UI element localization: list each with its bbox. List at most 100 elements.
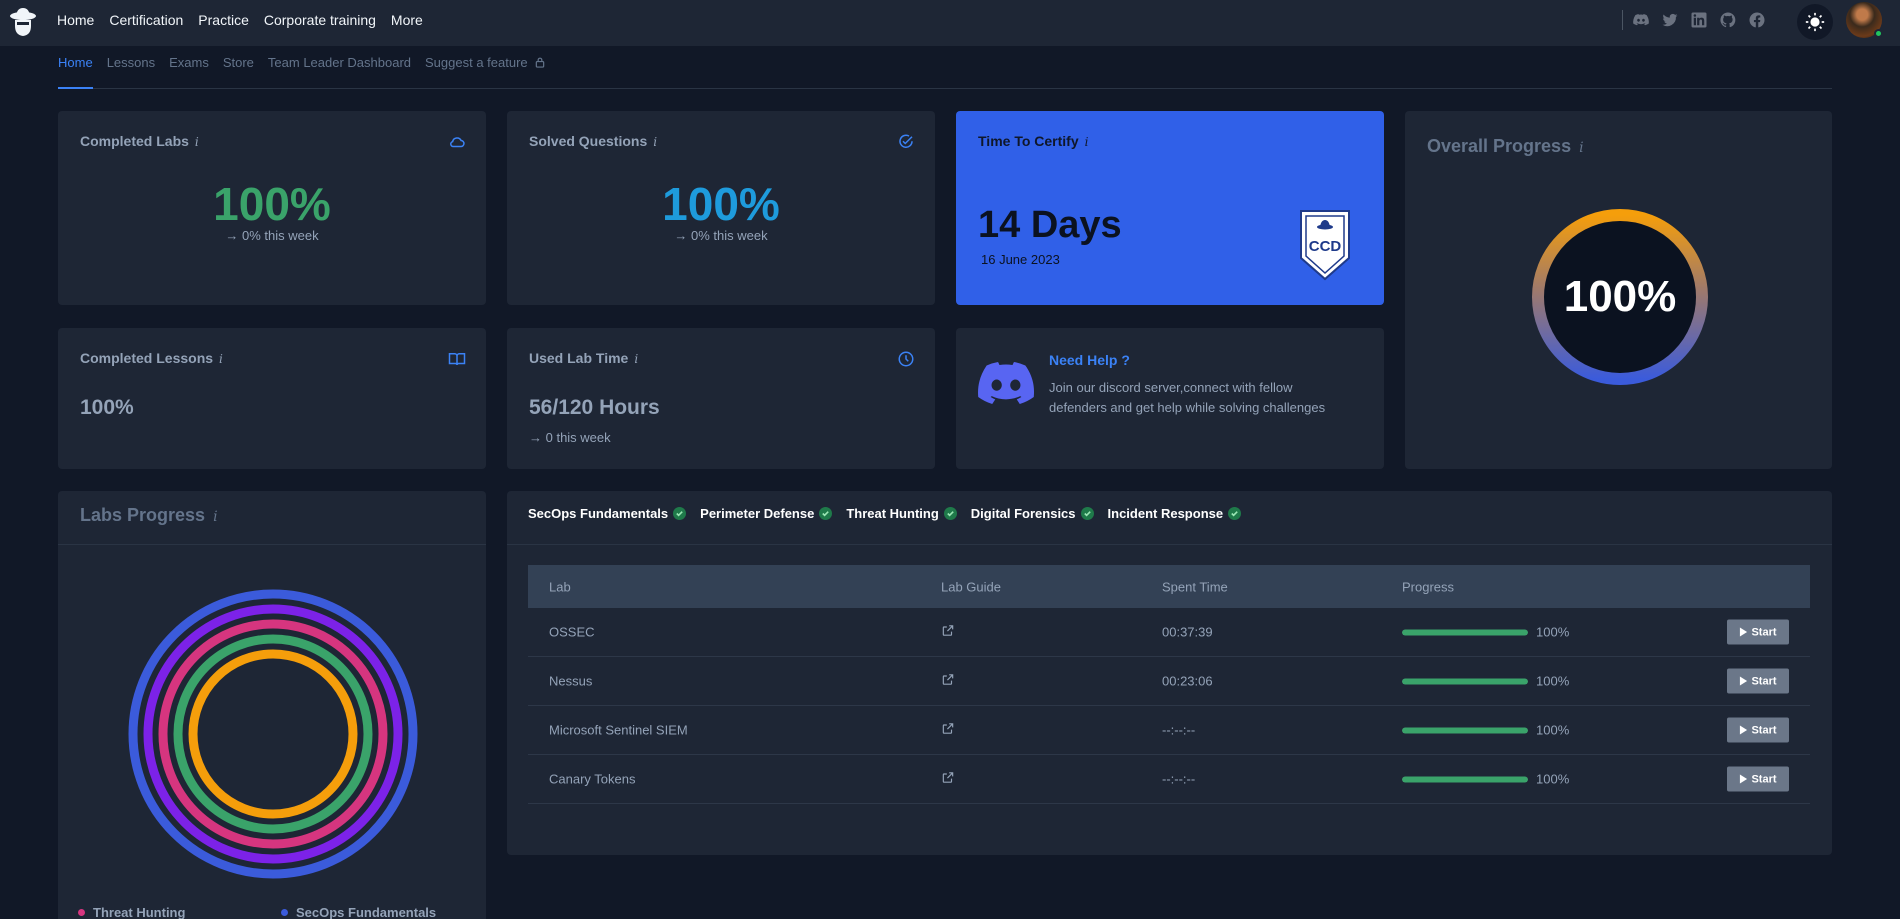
header-progress: Progress xyxy=(1402,579,1455,594)
card-title-text: Labs Progress xyxy=(80,505,206,525)
labs-table-card: SecOps Fundamentals Perimeter Defense Th… xyxy=(507,491,1832,855)
tab-incident-response[interactable]: Incident Response xyxy=(1108,506,1242,521)
completed-labs-week: → 0% this week xyxy=(225,228,319,243)
nav-practice[interactable]: Practice xyxy=(198,12,249,28)
theme-toggle-button[interactable] xyxy=(1797,4,1833,40)
external-link-icon[interactable] xyxy=(941,771,955,788)
progress-value: 100% xyxy=(1536,624,1570,640)
clock-icon xyxy=(898,351,914,367)
start-button[interactable]: Start xyxy=(1727,619,1789,645)
used-lab-time-week: → 0 this week xyxy=(529,430,611,445)
card-title-text: Completed Lessons xyxy=(80,350,214,366)
start-button-label: Start xyxy=(1751,724,1777,736)
discord-icon[interactable] xyxy=(1632,11,1650,29)
card-title-text: Completed Labs xyxy=(80,133,189,149)
header-spent-time: Spent Time xyxy=(1162,579,1228,594)
play-icon xyxy=(1740,627,1748,637)
tab-threat-hunting[interactable]: Threat Hunting xyxy=(846,506,957,521)
tab-home[interactable]: Home xyxy=(58,46,93,89)
completed-labs-card: Completed Labs i 100% → 0% this week xyxy=(58,111,486,305)
cat-tab-label: Incident Response xyxy=(1107,506,1224,521)
labs-table: Lab Lab Guide Spent Time Progress OSSEC … xyxy=(528,565,1810,804)
online-status-dot xyxy=(1874,29,1883,38)
tab-lessons[interactable]: Lessons xyxy=(107,46,155,89)
social-links xyxy=(1622,10,1766,30)
need-help-card[interactable]: Need Help ? Join our discord server,conn… xyxy=(956,328,1384,469)
progress-cell: 100% xyxy=(1402,723,1569,738)
used-lab-time-value: 56/120 Hours xyxy=(529,396,660,419)
logo-icon[interactable] xyxy=(8,6,38,38)
tab-suggest-feature-label: Suggest a feature xyxy=(425,55,528,70)
lab-category-tabs: SecOps Fundamentals Perimeter Defense Th… xyxy=(528,506,1242,521)
start-button[interactable]: Start xyxy=(1727,717,1789,743)
labs-progress-rings xyxy=(128,589,418,879)
card-title-text: Overall Progress xyxy=(1427,136,1572,156)
progress-value: 100% xyxy=(1536,771,1570,787)
tab-perimeter-defense[interactable]: Perimeter Defense xyxy=(700,506,833,521)
tab-digital-forensics[interactable]: Digital Forensics xyxy=(971,506,1094,521)
nav-corporate-training[interactable]: Corporate training xyxy=(264,12,376,28)
header-lab: Lab xyxy=(549,579,571,594)
time-to-certify-card: Time To Certify i 14 Days 16 June 2023 CC… xyxy=(956,111,1384,305)
info-icon[interactable]: i xyxy=(219,352,223,366)
info-icon[interactable]: i xyxy=(634,352,638,366)
tab-team-leader-dashboard[interactable]: Team Leader Dashboard xyxy=(268,46,411,89)
external-link-icon[interactable] xyxy=(941,624,955,641)
solved-questions-value: 100% xyxy=(662,178,780,230)
legend-label: Threat Hunting xyxy=(93,905,186,919)
legend-dot xyxy=(281,909,288,916)
play-icon xyxy=(1740,774,1748,784)
progress-value: 100% xyxy=(1536,673,1570,689)
solved-questions-week: → 0% this week xyxy=(674,228,768,243)
info-icon[interactable]: i xyxy=(1085,135,1089,149)
tab-suggest-feature[interactable]: Suggest a feature xyxy=(425,46,545,89)
info-icon[interactable]: i xyxy=(1579,140,1583,156)
card-title: Solved Questions i xyxy=(529,133,657,149)
tab-secops-fundamentals[interactable]: SecOps Fundamentals xyxy=(528,506,687,521)
linkedin-icon[interactable] xyxy=(1690,11,1708,29)
lock-icon xyxy=(536,57,545,68)
book-icon xyxy=(448,353,466,366)
labs-progress-card: Labs Progress i Threat Hunting SecOps Fun… xyxy=(58,491,486,919)
twitter-icon[interactable] xyxy=(1661,11,1679,29)
start-button[interactable]: Start xyxy=(1727,668,1789,694)
card-title: Completed Lessons i xyxy=(80,350,223,366)
check-icon xyxy=(819,507,833,520)
info-icon[interactable]: i xyxy=(195,135,199,149)
completed-lessons-card: Completed Lessons i 100% xyxy=(58,328,486,469)
legend-item: SecOps Fundamentals xyxy=(281,905,436,919)
divider xyxy=(507,544,1832,545)
spent-time: 00:37:39 xyxy=(1162,624,1213,640)
completed-labs-value: 100% xyxy=(213,178,331,230)
progress-bar-fill xyxy=(1402,678,1528,684)
facebook-icon[interactable] xyxy=(1748,11,1766,29)
spent-time: 00:23:06 xyxy=(1162,673,1213,689)
nav-home[interactable]: Home xyxy=(57,12,94,28)
progress-cell: 100% xyxy=(1402,772,1569,787)
certify-date: 16 June 2023 xyxy=(981,252,1060,267)
badge-text: CCD xyxy=(1309,238,1342,255)
card-title: Completed Labs i xyxy=(80,133,199,149)
card-title-text: Solved Questions xyxy=(529,133,648,149)
legend-item: Threat Hunting xyxy=(78,905,185,919)
start-button[interactable]: Start xyxy=(1727,766,1789,792)
external-link-icon[interactable] xyxy=(941,722,955,739)
progress-bar xyxy=(1402,776,1528,782)
info-icon[interactable]: i xyxy=(653,135,657,149)
cat-tab-label: Perimeter Defense xyxy=(700,506,815,521)
card-title: Labs Progress i xyxy=(80,505,218,526)
info-icon[interactable]: i xyxy=(213,509,217,525)
check-icon xyxy=(673,507,687,520)
progress-bar xyxy=(1402,727,1528,733)
github-icon[interactable] xyxy=(1719,11,1737,29)
legend-dot xyxy=(78,909,85,916)
nav-more[interactable]: More xyxy=(391,12,423,28)
external-link-icon[interactable] xyxy=(941,673,955,690)
tab-store[interactable]: Store xyxy=(223,46,254,89)
tab-exams[interactable]: Exams xyxy=(169,46,209,89)
need-help-title[interactable]: Need Help ? xyxy=(1049,352,1130,368)
nav-certification[interactable]: Certification xyxy=(109,12,183,28)
check-icon xyxy=(943,507,957,520)
progress-cell: 100% xyxy=(1402,625,1569,640)
spent-time: --:--:-- xyxy=(1162,771,1196,787)
